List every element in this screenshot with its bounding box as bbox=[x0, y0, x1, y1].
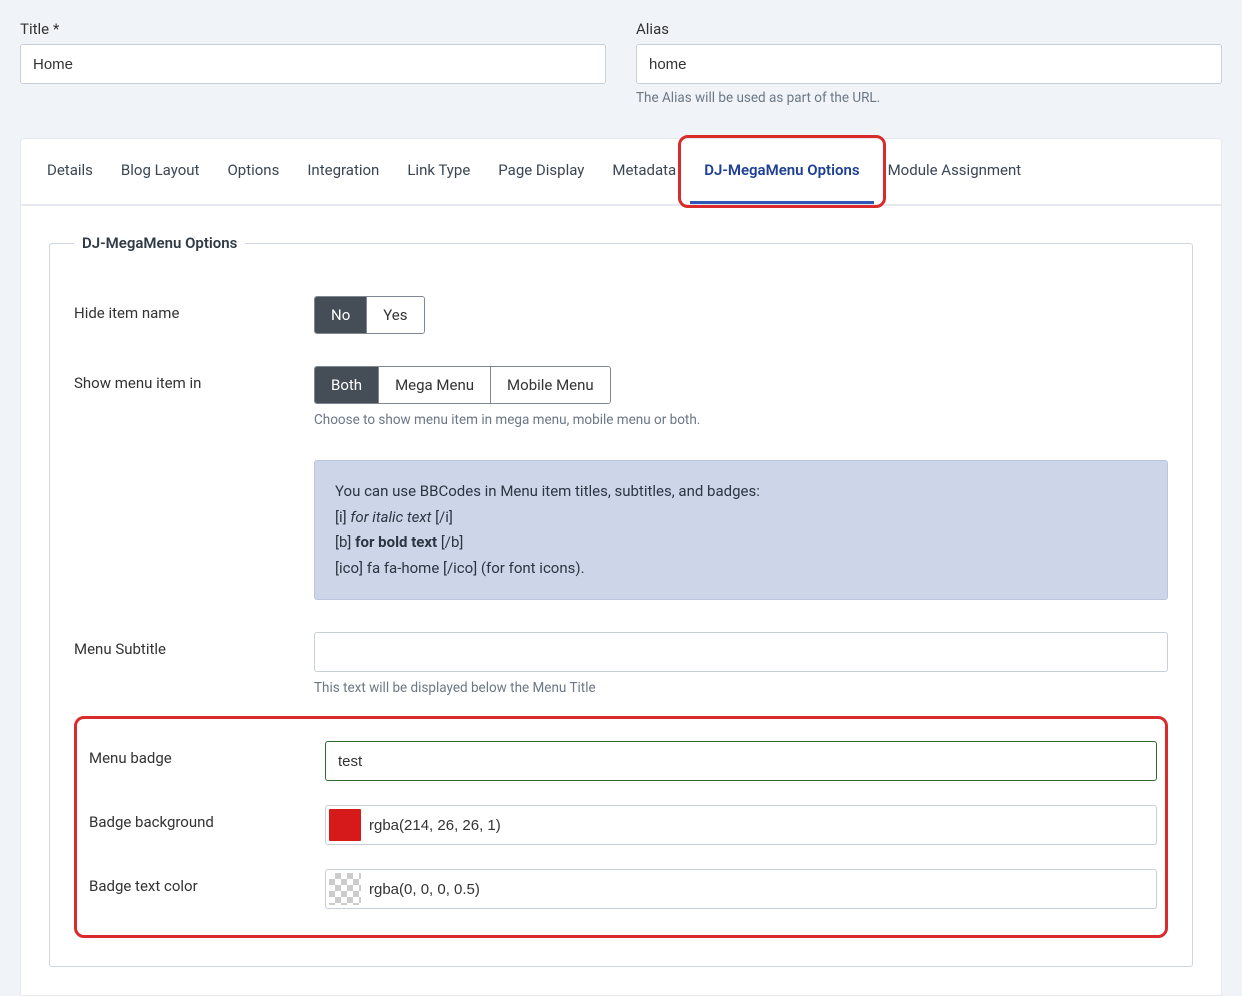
tab-options[interactable]: Options bbox=[213, 139, 293, 204]
annotation-badge-box: Menu badge Badge background bbox=[74, 716, 1168, 938]
tab-module-assignment[interactable]: Module Assignment bbox=[874, 139, 1036, 204]
info-ico-line: [ico] fa fa-home [/ico] (for font icons)… bbox=[335, 556, 1147, 582]
show-in-desc: Choose to show menu item in mega menu, m… bbox=[314, 412, 1168, 428]
subtitle-desc: This text will be displayed below the Me… bbox=[314, 680, 1168, 696]
tab-link-type[interactable]: Link Type bbox=[393, 139, 484, 204]
badge-bg-text[interactable] bbox=[369, 817, 1153, 834]
badge-input[interactable] bbox=[325, 741, 1157, 781]
subtitle-input[interactable] bbox=[314, 632, 1168, 672]
option-yes[interactable]: Yes bbox=[367, 297, 423, 333]
alias-label: Alias bbox=[636, 20, 1222, 38]
title-input[interactable] bbox=[20, 44, 606, 84]
badge-bg-label: Badge background bbox=[85, 805, 325, 831]
tab-blog-layout[interactable]: Blog Layout bbox=[107, 139, 214, 204]
tabs-bar: DetailsBlog LayoutOptionsIntegrationLink… bbox=[21, 139, 1221, 205]
show-in-label: Show menu item in bbox=[74, 366, 314, 392]
alias-input[interactable] bbox=[636, 44, 1222, 84]
option-both[interactable]: Both bbox=[315, 367, 379, 403]
info-line1: You can use BBCodes in Menu item titles,… bbox=[335, 479, 1147, 505]
tab-details[interactable]: Details bbox=[33, 139, 107, 204]
badge-bg-swatch[interactable] bbox=[329, 809, 361, 841]
option-no[interactable]: No bbox=[315, 297, 367, 333]
tab-dj-megamenu-options[interactable]: DJ-MegaMenu Options bbox=[690, 139, 873, 204]
hide-item-label: Hide item name bbox=[74, 296, 314, 322]
tab-page-display[interactable]: Page Display bbox=[484, 139, 598, 204]
badge-color-label: Badge text color bbox=[85, 869, 325, 895]
badge-color-picker[interactable] bbox=[325, 869, 1157, 909]
tab-integration[interactable]: Integration bbox=[293, 139, 393, 204]
fieldset-legend: DJ-MegaMenu Options bbox=[74, 234, 245, 252]
badge-color-text[interactable] bbox=[369, 881, 1153, 898]
subtitle-label: Menu Subtitle bbox=[74, 632, 314, 658]
badge-label: Menu badge bbox=[85, 741, 325, 767]
badge-color-swatch[interactable] bbox=[329, 873, 361, 905]
option-mega-menu[interactable]: Mega Menu bbox=[379, 367, 491, 403]
option-mobile-menu[interactable]: Mobile Menu bbox=[491, 367, 610, 403]
bbcode-info: You can use BBCodes in Menu item titles,… bbox=[314, 460, 1168, 600]
alias-help: The Alias will be used as part of the UR… bbox=[636, 90, 1222, 106]
title-label: Title * bbox=[20, 20, 606, 38]
badge-bg-picker[interactable] bbox=[325, 805, 1157, 845]
hide-item-toggle[interactable]: NoYes bbox=[314, 296, 425, 334]
tab-metadata[interactable]: Metadata bbox=[598, 139, 690, 204]
show-in-toggle[interactable]: BothMega MenuMobile Menu bbox=[314, 366, 611, 404]
